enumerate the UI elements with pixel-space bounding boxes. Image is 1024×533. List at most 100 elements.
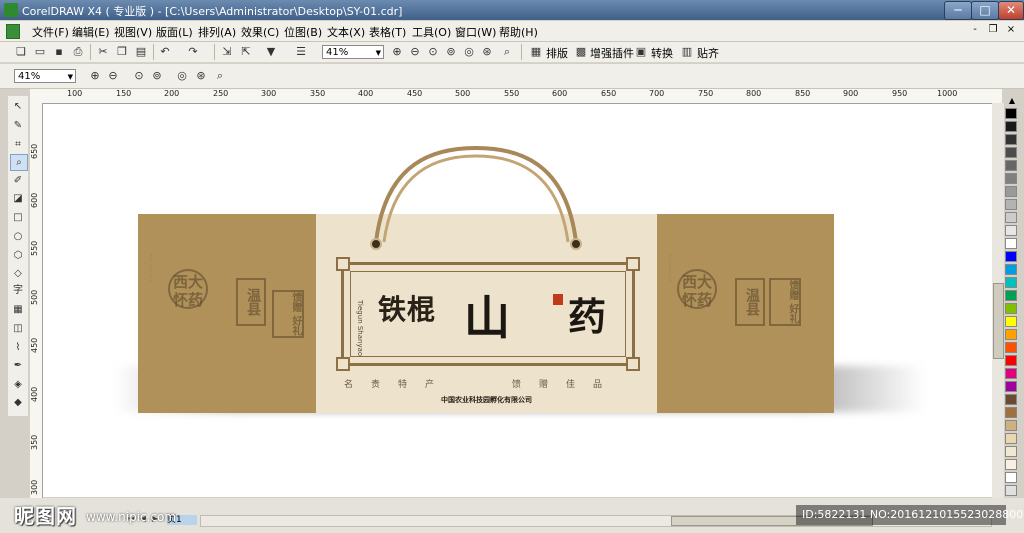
menu-file[interactable]: 文件(F) [32, 24, 69, 40]
copy-icon[interactable]: ❐ [115, 45, 129, 59]
zoom-height-icon[interactable]: ⌕ [500, 45, 514, 59]
palette-swatch[interactable] [1005, 368, 1017, 379]
zoom-in-icon[interactable]: ⊕ [390, 45, 404, 59]
palette-swatch[interactable] [1005, 433, 1017, 444]
menu-edit[interactable]: 编辑(E) [72, 24, 110, 40]
zoom-out-icon[interactable]: ⊖ [106, 69, 120, 83]
palette-swatch[interactable] [1005, 212, 1017, 223]
palette-swatch[interactable] [1005, 485, 1017, 496]
undo-icon[interactable]: ↶ [158, 45, 172, 59]
palette-swatch[interactable] [1005, 173, 1017, 184]
zoom-page-icon[interactable]: ◎ [175, 69, 189, 83]
open-folder-icon[interactable]: ▭ [33, 45, 47, 59]
rectangle-tool-icon[interactable]: □ [10, 210, 26, 225]
zoom-all-objects-icon[interactable]: ⊚ [150, 69, 164, 83]
freehand-tool-icon[interactable]: ✐ [10, 173, 26, 188]
doc-minimize-button[interactable]: - [968, 24, 982, 37]
palette-swatch[interactable] [1005, 316, 1017, 327]
palette-swatch[interactable] [1005, 225, 1017, 236]
palette-swatch[interactable] [1005, 355, 1017, 366]
palette-swatch[interactable] [1005, 147, 1017, 158]
palette-swatch[interactable] [1005, 277, 1017, 288]
palette-swatch[interactable] [1005, 121, 1017, 132]
color-palette[interactable] [1005, 108, 1019, 502]
import-icon[interactable]: ⇲ [220, 45, 234, 59]
zoom-out-icon[interactable]: ⊖ [408, 45, 422, 59]
palette-scroll-up-icon[interactable]: ▲ [1005, 96, 1019, 106]
cut-icon[interactable]: ✂ [96, 45, 110, 59]
outline-tool-icon[interactable]: ✒ [10, 358, 26, 373]
zoom-selected-icon[interactable]: ⊙ [426, 45, 440, 59]
palette-swatch[interactable] [1005, 160, 1017, 171]
eyedropper-tool-icon[interactable]: ⌇ [10, 340, 26, 355]
menu-table[interactable]: 表格(T) [369, 24, 406, 40]
palette-swatch[interactable] [1005, 303, 1017, 314]
property-zoom-dropdown[interactable]: 41% ▼ [14, 69, 76, 83]
maximize-button[interactable]: □ [971, 1, 999, 20]
palette-swatch[interactable] [1005, 342, 1017, 353]
welcome-screen-icon[interactable]: ☰ [294, 45, 308, 59]
menu-bitmaps[interactable]: 位图(B) [284, 24, 322, 40]
zoom-selected-icon[interactable]: ⊙ [132, 69, 146, 83]
coreldraw-app-icon[interactable] [4, 3, 18, 17]
palette-swatch[interactable] [1005, 394, 1017, 405]
save-icon[interactable]: ▪ [52, 45, 66, 59]
convert-button[interactable]: 转换 [651, 45, 673, 61]
zoom-tool-icon[interactable]: ⌕ [10, 154, 28, 171]
zoom-page-icon[interactable]: ◎ [462, 45, 476, 59]
zoom-level-dropdown[interactable]: 41% ▼ [322, 45, 384, 59]
text-tool-icon[interactable]: 字 [10, 283, 26, 298]
snap-button[interactable]: 贴齐 [697, 45, 719, 61]
menu-arrange[interactable]: 排列(A) [198, 24, 236, 40]
palette-swatch[interactable] [1005, 186, 1017, 197]
palette-swatch[interactable] [1005, 420, 1017, 431]
zoom-width-icon[interactable]: ⊛ [480, 45, 494, 59]
left-side-panel[interactable]: ··· ··· ··· 西大 怀药 温县 馈赠 好礼 [138, 214, 316, 413]
paste-icon[interactable]: ▤ [134, 45, 148, 59]
palette-swatch[interactable] [1005, 407, 1017, 418]
doc-close-button[interactable]: × [1004, 24, 1018, 37]
zoom-in-icon[interactable]: ⊕ [88, 69, 102, 83]
table-tool-icon[interactable]: ▦ [10, 302, 26, 317]
zoom-height-icon[interactable]: ⌕ [213, 69, 227, 83]
layout-plugin-button[interactable]: 排版 [546, 45, 568, 61]
enhance-plugin-button[interactable]: 增强插件 [590, 45, 634, 61]
pick-tool-icon[interactable]: ↖ [10, 99, 26, 114]
interactive-blend-tool-icon[interactable]: ◫ [10, 321, 26, 336]
palette-swatch[interactable] [1005, 446, 1017, 457]
new-document-icon[interactable]: ❏ [14, 45, 28, 59]
menu-tools[interactable]: 工具(O) [412, 24, 451, 40]
palette-swatch[interactable] [1005, 459, 1017, 470]
doc-restore-button[interactable]: ❐ [986, 24, 1000, 37]
export-icon[interactable]: ⇱ [239, 45, 253, 59]
menu-window[interactable]: 窗口(W) [455, 24, 496, 40]
polygon-tool-icon[interactable]: ⬡ [10, 248, 26, 263]
menu-view[interactable]: 视图(V) [114, 24, 152, 40]
drawing-canvas[interactable]: ··· ··· ··· 西大 怀药 温县 馈赠 好礼 Tiegun Shanya… [43, 104, 1002, 497]
palette-swatch[interactable] [1005, 238, 1017, 249]
vertical-scrollbar[interactable] [992, 103, 1004, 498]
palette-swatch[interactable] [1005, 381, 1017, 392]
rope-handle[interactable] [356, 140, 596, 250]
horizontal-ruler[interactable]: 100 150 200 250 300 350 400 450 500 550 … [30, 89, 1002, 104]
print-icon[interactable]: ⎙ [71, 45, 85, 59]
palette-swatch[interactable] [1005, 251, 1017, 262]
menu-text[interactable]: 文本(X) [327, 24, 365, 40]
palette-swatch[interactable] [1005, 199, 1017, 210]
crop-tool-icon[interactable]: ⌗ [10, 137, 26, 152]
palette-swatch[interactable] [1005, 134, 1017, 145]
palette-swatch[interactable] [1005, 108, 1017, 119]
redo-icon[interactable]: ↷ [186, 45, 200, 59]
shape-tool-icon[interactable]: ✎ [10, 118, 26, 133]
zoom-all-objects-icon[interactable]: ⊚ [444, 45, 458, 59]
palette-swatch[interactable] [1005, 329, 1017, 340]
interactive-fill-tool-icon[interactable]: ◆ [10, 395, 26, 410]
application-launcher-icon[interactable]: ▼ [264, 45, 278, 59]
minimize-button[interactable]: ─ [944, 1, 972, 20]
vertical-ruler[interactable]: 650 600 550 500 450 400 350 300 [30, 103, 43, 498]
document-icon[interactable] [6, 24, 20, 39]
menu-effects[interactable]: 效果(C) [241, 24, 279, 40]
menu-help[interactable]: 帮助(H) [499, 24, 538, 40]
fill-tool-icon[interactable]: ◈ [10, 377, 26, 392]
smart-fill-tool-icon[interactable]: ◪ [10, 191, 26, 206]
